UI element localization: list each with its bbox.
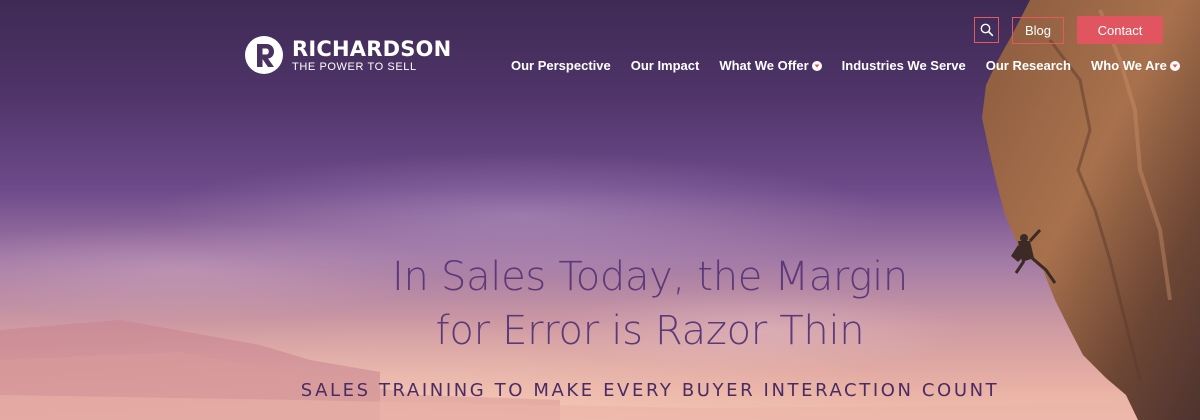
- nav-item-label: Who We Are: [1090, 58, 1167, 73]
- main-nav: Our Perspective Our Impact What We Offer…: [511, 58, 1180, 73]
- headline-line-2: for Error is Razor Thin: [435, 308, 865, 354]
- chevron-down-icon[interactable]: [811, 60, 822, 71]
- brand-name: RICHARDSON: [292, 36, 452, 61]
- brand-tagline: THE POWER TO SELL: [292, 60, 417, 73]
- contact-button[interactable]: Contact: [1077, 16, 1163, 44]
- nav-item-what-we-offer[interactable]: What We Offer: [719, 58, 822, 73]
- headline-line-1: In Sales Today, the Margin: [392, 254, 908, 300]
- nav-item-our-impact[interactable]: Our Impact: [631, 58, 700, 73]
- search-icon: [980, 23, 993, 37]
- hero-headline: In Sales Today, the Margin for Error is …: [300, 250, 1000, 358]
- richardson-logo[interactable]: RICHARDSON THE POWER TO SELL: [244, 33, 451, 77]
- nav-item-our-research[interactable]: Our Research: [986, 58, 1071, 73]
- richardson-r-icon: [245, 36, 283, 74]
- search-button[interactable]: [974, 17, 999, 43]
- hero-subheadline: SALES TRAINING TO MAKE EVERY BUYER INTER…: [300, 380, 1000, 401]
- nav-item-our-perspective[interactable]: Our Perspective: [511, 58, 611, 73]
- top-actions: Blog Contact: [974, 16, 1163, 44]
- blog-button[interactable]: Blog: [1012, 16, 1064, 44]
- nav-item-label: Our Impact: [630, 58, 700, 73]
- nav-item-label: Our Research: [985, 58, 1071, 73]
- nav-item-label: Industries We Serve: [841, 58, 966, 73]
- chevron-down-icon[interactable]: [1169, 60, 1180, 71]
- nav-item-label: Our Perspective: [511, 58, 611, 73]
- nav-item-industries-we-serve[interactable]: Industries We Serve: [842, 58, 966, 73]
- nav-item-label: What We Offer: [719, 58, 809, 73]
- nav-item-who-we-are[interactable]: Who We Are: [1091, 58, 1180, 73]
